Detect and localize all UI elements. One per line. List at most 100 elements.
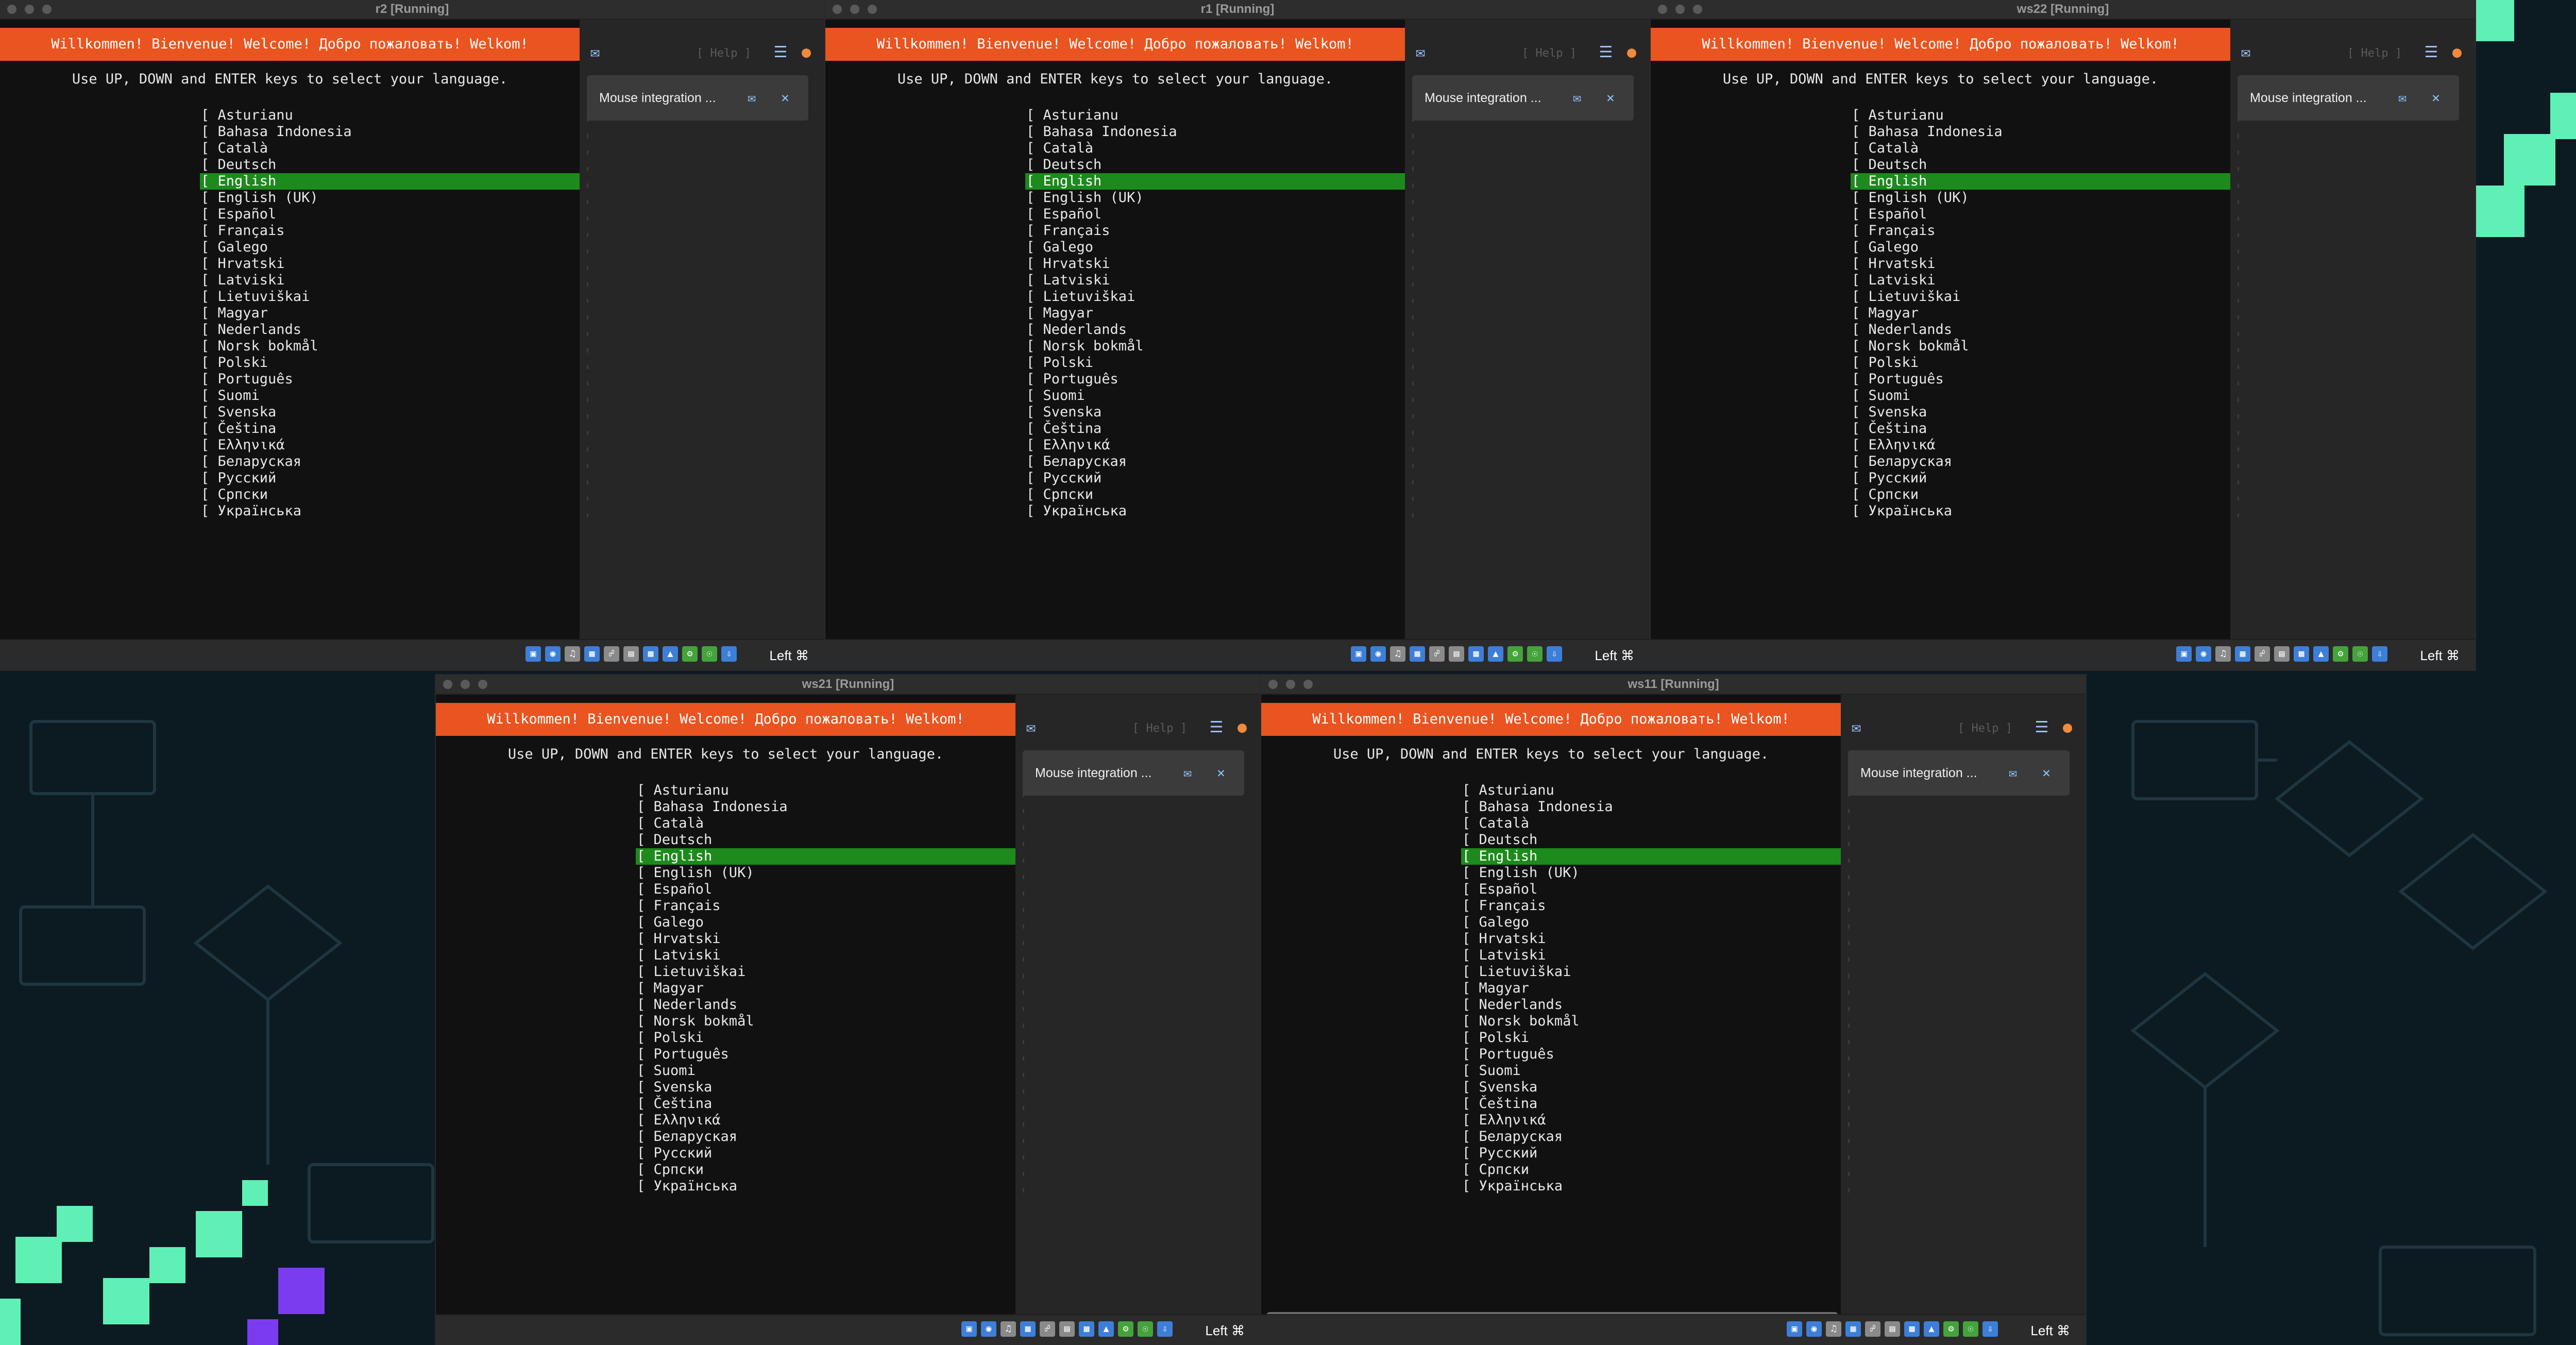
- language-option[interactable]: [ Magyar: [1025, 305, 1405, 322]
- mouse-integration-icon[interactable]: ☉: [702, 646, 717, 662]
- language-option[interactable]: [ Español: [1025, 206, 1405, 223]
- installer-screen[interactable]: Willkommen! Bienvenue! Welcome! Добро по…: [0, 20, 580, 639]
- language-option[interactable]: [ Latviski: [200, 272, 580, 289]
- keyboard-icon[interactable]: ⇩: [1547, 646, 1562, 662]
- chat-icon[interactable]: ✉: [1021, 717, 1041, 738]
- firefox-icon[interactable]: ●: [2447, 42, 2467, 63]
- info-icon[interactable]: ✉: [1177, 763, 1198, 783]
- language-option[interactable]: [ Deutsch: [1461, 832, 1841, 848]
- language-option[interactable]: [ Русский: [200, 470, 580, 486]
- language-option[interactable]: [ Polski: [636, 1030, 1015, 1046]
- language-option[interactable]: [ Norsk bokmål: [1851, 338, 2230, 355]
- language-option[interactable]: [ Deutsch: [1025, 157, 1405, 173]
- cpu-icon[interactable]: ⚙: [682, 646, 698, 662]
- language-list[interactable]: [ Asturianu[ Bahasa Indonesia[ Català[ D…: [636, 782, 1015, 1195]
- language-option[interactable]: [ Русский: [1461, 1145, 1841, 1162]
- info-icon[interactable]: ✉: [741, 88, 762, 108]
- language-option[interactable]: [ Lietuviškai: [200, 289, 580, 305]
- language-option[interactable]: [ Magyar: [1461, 980, 1841, 997]
- language-option[interactable]: [ English: [1851, 173, 2230, 190]
- language-option[interactable]: [ Беларуская: [1461, 1129, 1841, 1145]
- language-option[interactable]: [ Українська: [636, 1178, 1015, 1195]
- language-option[interactable]: [ Magyar: [1851, 305, 2230, 322]
- language-option[interactable]: [ Русский: [1025, 470, 1405, 486]
- language-option[interactable]: [ Galego: [1025, 239, 1405, 256]
- cpu-icon[interactable]: ⚙: [1118, 1321, 1133, 1337]
- language-option[interactable]: [ Svenska: [200, 404, 580, 421]
- cpu-icon[interactable]: ⚙: [1507, 646, 1523, 662]
- title-bar[interactable]: ws21 [Running]: [436, 675, 1260, 695]
- cpu-icon[interactable]: ⚙: [1943, 1321, 1959, 1337]
- audio-icon[interactable]: ♫: [2215, 646, 2231, 662]
- settings-sliders-icon[interactable]: ☰: [1206, 717, 1227, 738]
- title-bar[interactable]: r2 [Running]: [0, 0, 824, 20]
- language-option[interactable]: [ Galego: [1461, 914, 1841, 931]
- audio-icon[interactable]: ♫: [565, 646, 580, 662]
- language-option[interactable]: [ Čeština: [636, 1096, 1015, 1112]
- language-option[interactable]: [ Nederlands: [1851, 322, 2230, 338]
- recording-icon[interactable]: ▲: [663, 646, 678, 662]
- language-option[interactable]: [ Русский: [636, 1145, 1015, 1162]
- settings-sliders-icon[interactable]: ☰: [770, 42, 791, 63]
- settings-sliders-icon[interactable]: ☰: [2421, 42, 2442, 63]
- language-option[interactable]: [ Norsk bokmål: [1025, 338, 1405, 355]
- shared-folder-icon[interactable]: ▤: [1449, 646, 1464, 662]
- language-option[interactable]: [ Suomi: [636, 1063, 1015, 1079]
- language-option[interactable]: [ Lietuviškai: [1851, 289, 2230, 305]
- vm-window-ws21[interactable]: ws21 [Running] Willkommen! Bienvenue! We…: [436, 675, 1260, 1345]
- display-icon[interactable]: ▩: [1904, 1321, 1920, 1337]
- audio-icon[interactable]: ♫: [1390, 646, 1405, 662]
- installer-screen[interactable]: Willkommen! Bienvenue! Welcome! Добро по…: [436, 695, 1015, 1314]
- language-option[interactable]: [ Svenska: [1025, 404, 1405, 421]
- language-option[interactable]: [ Español: [1851, 206, 2230, 223]
- language-option[interactable]: [ Polski: [1851, 355, 2230, 371]
- language-option[interactable]: [ Suomi: [1025, 388, 1405, 404]
- firefox-icon[interactable]: ●: [2057, 717, 2078, 738]
- optical-drive-icon[interactable]: ◉: [981, 1321, 996, 1337]
- language-option[interactable]: [ Hrvatski: [636, 931, 1015, 947]
- language-option[interactable]: [ English (UK): [200, 190, 580, 206]
- language-option[interactable]: [ Latviski: [636, 947, 1015, 964]
- display-icon[interactable]: ▩: [1468, 646, 1484, 662]
- settings-sliders-icon[interactable]: ☰: [1596, 42, 1616, 63]
- help-button[interactable]: [ Help ]: [1126, 719, 1193, 738]
- language-list[interactable]: [ Asturianu[ Bahasa Indonesia[ Català[ D…: [1461, 782, 1841, 1195]
- network-icon[interactable]: ▦: [1845, 1321, 1861, 1337]
- recording-icon[interactable]: ▲: [1098, 1321, 1114, 1337]
- close-icon[interactable]: ✕: [2426, 88, 2446, 108]
- language-option[interactable]: [ Українська: [1025, 503, 1405, 519]
- mouse-integration-icon[interactable]: ☉: [2352, 646, 2368, 662]
- firefox-icon[interactable]: ●: [1621, 42, 1642, 63]
- language-option[interactable]: [ Беларуская: [1025, 453, 1405, 470]
- language-option[interactable]: [ Українська: [200, 503, 580, 519]
- optical-drive-icon[interactable]: ◉: [2196, 646, 2211, 662]
- chat-icon[interactable]: ✉: [2235, 42, 2256, 63]
- language-option[interactable]: [ Čeština: [1025, 421, 1405, 437]
- language-option[interactable]: [ Latviski: [1851, 272, 2230, 289]
- usb-icon[interactable]: ☍: [604, 646, 619, 662]
- language-option[interactable]: [ English (UK): [1025, 190, 1405, 206]
- language-option[interactable]: [ Беларуская: [636, 1129, 1015, 1145]
- keyboard-icon[interactable]: ⇩: [721, 646, 737, 662]
- language-option[interactable]: [ Српски: [636, 1162, 1015, 1178]
- language-list[interactable]: [ Asturianu[ Bahasa Indonesia[ Català[ D…: [200, 107, 580, 519]
- vm-window-r1[interactable]: r1 [Running] Willkommen! Bienvenue! Welc…: [825, 0, 1650, 670]
- mouse-integration-icon[interactable]: ☉: [1138, 1321, 1153, 1337]
- language-option[interactable]: [ Deutsch: [636, 832, 1015, 848]
- language-option[interactable]: [ Asturianu: [1025, 107, 1405, 124]
- cpu-icon[interactable]: ⚙: [2333, 646, 2348, 662]
- language-option[interactable]: [ English: [1461, 848, 1841, 865]
- language-option[interactable]: [ Bahasa Indonesia: [200, 124, 580, 140]
- language-option[interactable]: [ Asturianu: [636, 782, 1015, 799]
- settings-sliders-icon[interactable]: ☰: [2031, 717, 2052, 738]
- info-icon[interactable]: ✉: [2003, 763, 2023, 783]
- storage-icon[interactable]: ▣: [2176, 646, 2192, 662]
- language-option[interactable]: [ Ελληνικά: [1025, 437, 1405, 453]
- language-option[interactable]: [ Polski: [1461, 1030, 1841, 1046]
- storage-icon[interactable]: ▣: [526, 646, 541, 662]
- vm-window-r2[interactable]: r2 [Running] Willkommen! Bienvenue! Welc…: [0, 0, 824, 670]
- storage-icon[interactable]: ▣: [1351, 646, 1366, 662]
- language-option[interactable]: [ English (UK): [1461, 865, 1841, 881]
- installer-screen[interactable]: Willkommen! Bienvenue! Welcome! Добро по…: [1261, 695, 1841, 1319]
- title-bar[interactable]: ws11 [Running]: [1261, 675, 2086, 695]
